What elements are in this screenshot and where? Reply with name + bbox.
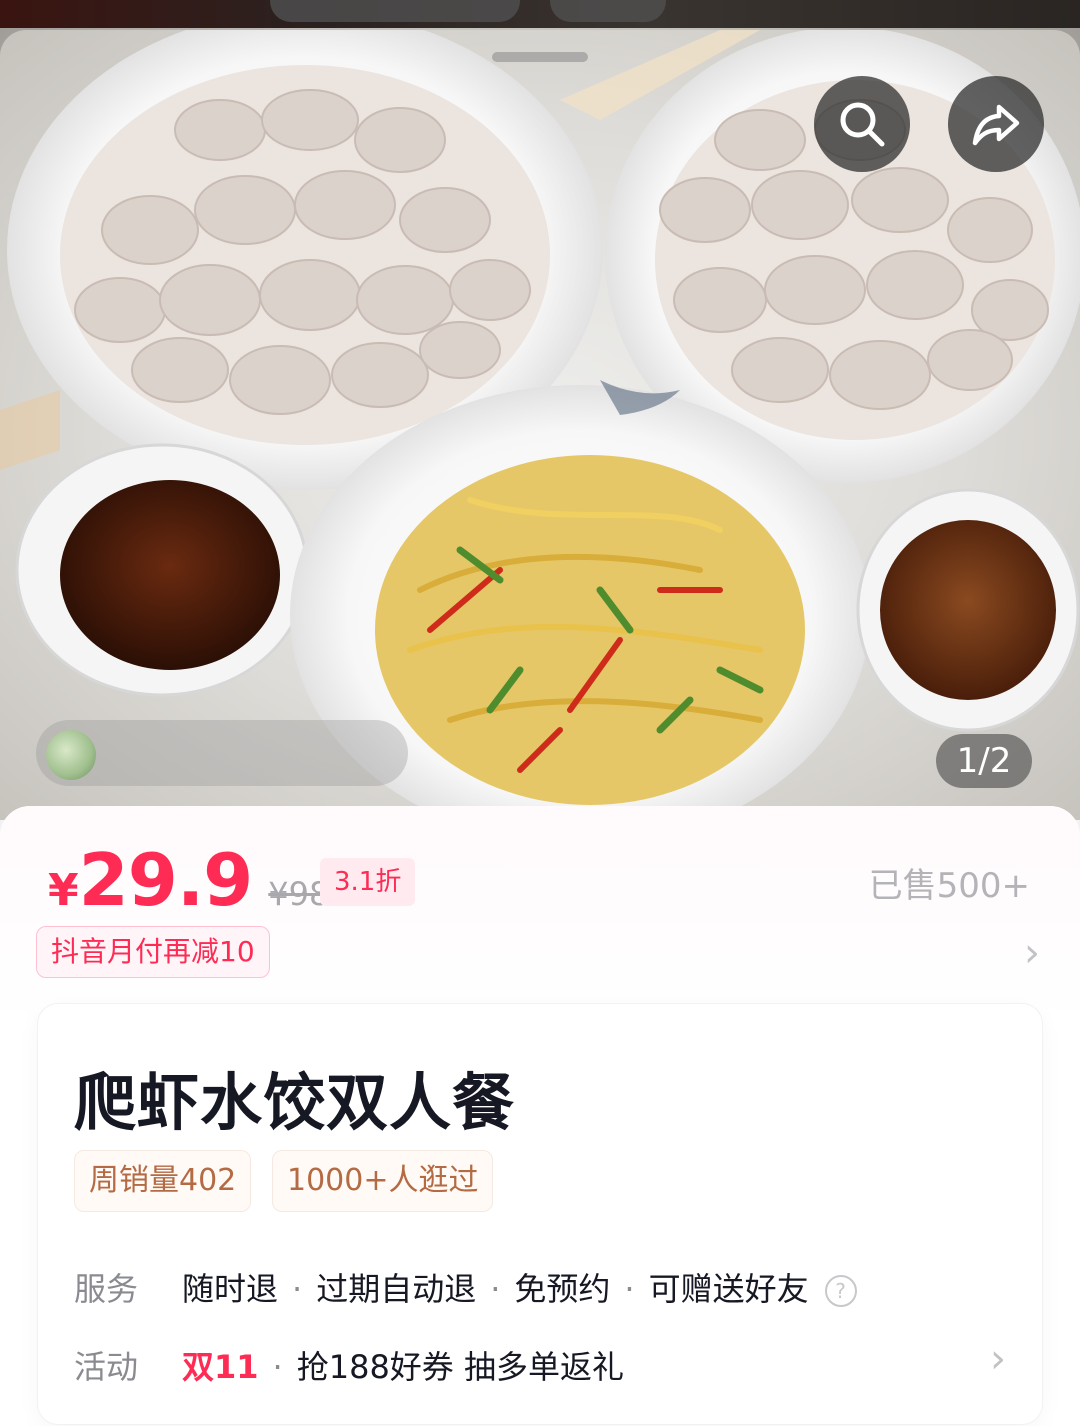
weekly-sales-tag: 周销量402: [74, 1150, 252, 1212]
discount-badge: 3.1折: [320, 858, 416, 906]
search-button[interactable]: [814, 76, 910, 172]
product-gallery[interactable]: 1/2: [0, 0, 1080, 820]
service-item: 免预约: [514, 1270, 611, 1308]
product-photo[interactable]: [0, 30, 1080, 820]
service-item: 随时退: [182, 1270, 279, 1308]
search-icon: [840, 102, 885, 147]
current-price: 29.9: [78, 838, 254, 922]
underlying-page-strip: [0, 0, 1080, 28]
avatar[interactable]: [46, 730, 96, 780]
food-photo-illustration: [0, 30, 1080, 820]
chevron-right-icon[interactable]: ›: [990, 1336, 1006, 1382]
currency-symbol: ¥: [48, 865, 79, 916]
service-item: 过期自动退: [316, 1270, 477, 1308]
pay-promo-tag[interactable]: 抖音月付再减10: [36, 926, 270, 978]
chevron-right-icon[interactable]: ›: [1024, 930, 1040, 976]
drag-handle[interactable]: [492, 52, 588, 62]
sold-count: 已售500+: [868, 866, 1030, 906]
image-counter: 1/2: [936, 734, 1032, 788]
question-icon[interactable]: ?: [824, 1275, 857, 1307]
service-list[interactable]: 随时退 · 过期自动退 · 免预约 · 可赠送好友?: [182, 1264, 857, 1310]
double11-badge: 双11: [182, 1348, 259, 1386]
product-title: 爬虾水饺双人餐: [74, 1066, 516, 1139]
visitors-tag: 1000+人逛过: [272, 1150, 494, 1212]
share-icon: [972, 104, 1020, 146]
service-item: 可赠送好友: [648, 1270, 809, 1308]
service-label: 服务: [74, 1270, 139, 1308]
activity-text: 抢188好券 抽多单返礼: [296, 1348, 624, 1386]
activity-label: 活动: [74, 1348, 139, 1386]
price-row: ¥ 29.9 ¥98: [48, 838, 329, 922]
share-button[interactable]: [948, 76, 1044, 172]
activity-row[interactable]: 双11 · 抢188好券 抽多单返礼: [182, 1342, 624, 1388]
